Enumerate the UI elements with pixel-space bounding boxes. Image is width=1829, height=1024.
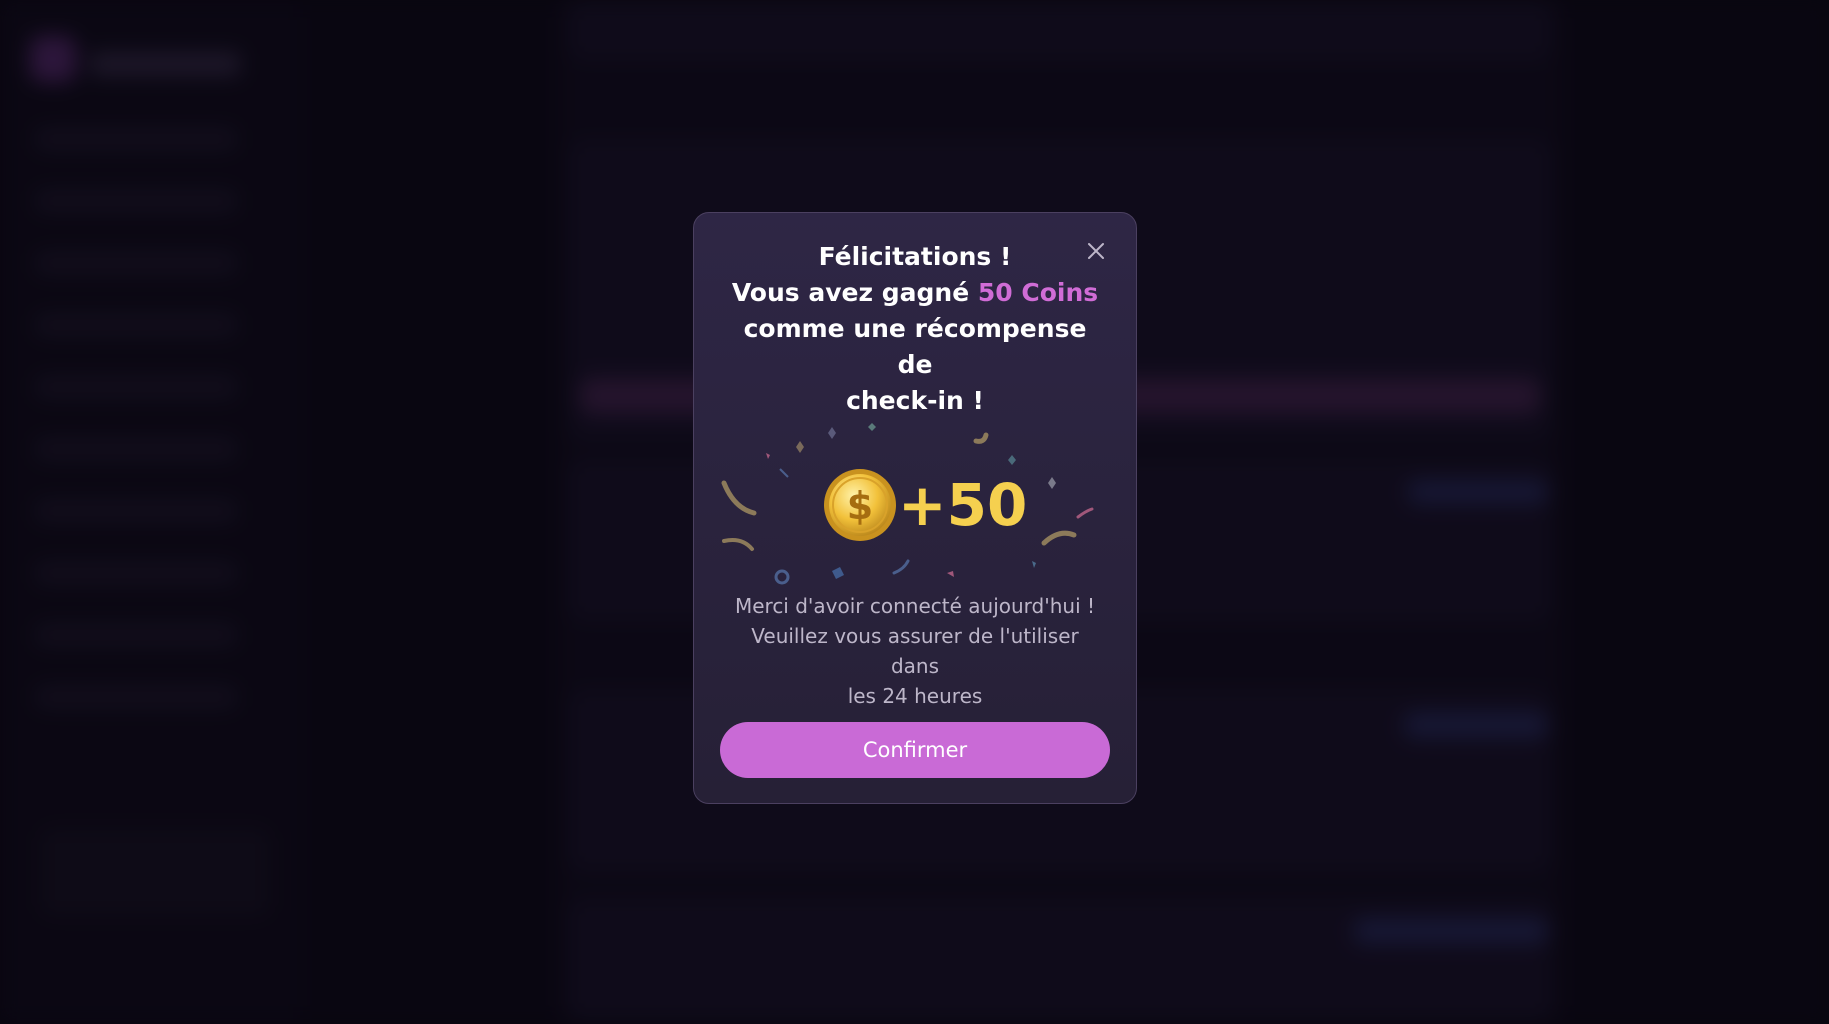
reward-amount: +50 (898, 471, 1028, 539)
modal-title: Félicitations ! Vous avez gagné 50 Coins… (724, 239, 1106, 419)
note-line-3: les 24 heures (847, 684, 983, 708)
confirm-button[interactable]: Confirmer (720, 722, 1110, 778)
title-line-2: Vous avez gagné 50 Coins (724, 275, 1106, 311)
checkin-reward-modal: Félicitations ! Vous avez gagné 50 Coins… (693, 212, 1137, 804)
svg-text:$: $ (847, 484, 873, 528)
note-line-2: Veuillez vous assurer de l'utiliser dans (751, 624, 1079, 678)
coin-icon: $ (824, 469, 896, 541)
title-line-3: comme une récompense de (743, 314, 1087, 379)
title-line-1: Félicitations ! (818, 242, 1012, 271)
note-line-1: Merci d'avoir connecté aujourd'hui ! (734, 594, 1096, 618)
title-line-2-prefix: Vous avez gagné (731, 278, 970, 307)
reward-note: Merci d'avoir connecté aujourd'hui ! Veu… (730, 591, 1100, 711)
title-highlight: 50 Coins (977, 278, 1099, 307)
